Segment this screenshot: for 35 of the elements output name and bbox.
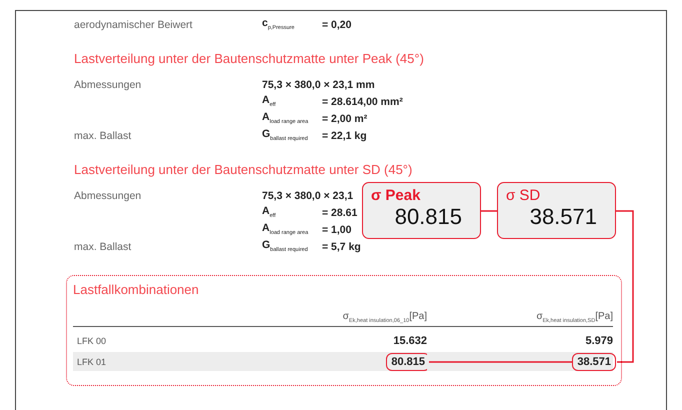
callout-value: 38.571: [528, 204, 598, 230]
symbol-label: c$_{p,Pressure}$: [262, 17, 296, 32]
symbol-label: G$_{ballast required}$: [262, 128, 309, 143]
field-value: = 28.61: [322, 206, 358, 218]
symbol-label: A$_{load range area}$: [262, 222, 310, 237]
field-value: = 22,1 kg: [322, 130, 367, 142]
field-value: = 2,00 m²: [322, 112, 368, 124]
table-value: 15.632: [393, 334, 427, 346]
field-label: max. Ballast: [74, 240, 132, 252]
field-value: = 1,00: [322, 224, 352, 236]
row-label: LFK 01: [76, 356, 106, 366]
callout-value: 80.815: [394, 204, 463, 230]
section-heading: Lastverteilung unter der Bautenschutzmatte unter Peak (45°): [74, 51, 425, 66]
symbol-label: A$_{eff}$: [262, 94, 277, 109]
highlighted-value: 38.571: [572, 352, 616, 370]
symbol-label: A$_{eff}$: [262, 205, 277, 220]
row-label: LFK 00: [76, 336, 106, 346]
field-value: 75,3 × 380,0 × 23,1 mm: [262, 78, 375, 90]
table-title: Lastfallkombinationen: [73, 282, 200, 297]
section-heading: Lastverteilung unter der Bautenschutzmatte unter SD (45°): [74, 162, 414, 177]
field-value: = 0,20: [322, 18, 352, 30]
field-label: max. Ballast: [74, 130, 132, 142]
symbol-label: A$_{load range area}$: [262, 111, 310, 126]
field-label: Abmessungen: [74, 190, 142, 202]
callout-title: σ Peak: [371, 187, 422, 204]
field-value: = 5,7 kg: [322, 240, 361, 252]
field-label: aerodynamischer Beiwert: [74, 18, 194, 30]
column-header: σ$_{Ek,heat insulation,06_10}$[Pa]: [237, 311, 427, 327]
symbol-label: G$_{ballast required}$: [262, 239, 309, 254]
field-label: Abmessungen: [74, 78, 142, 90]
column-header: σ$_{Ek,heat insulation,SD}$[Pa]: [427, 311, 613, 327]
field-value: = 28.614,00 mm²: [322, 96, 403, 108]
table-value: 5.979: [585, 334, 613, 346]
field-value: 75,3 × 380,0 × 23,1: [262, 190, 354, 202]
callout-title: σ SD: [506, 187, 542, 204]
